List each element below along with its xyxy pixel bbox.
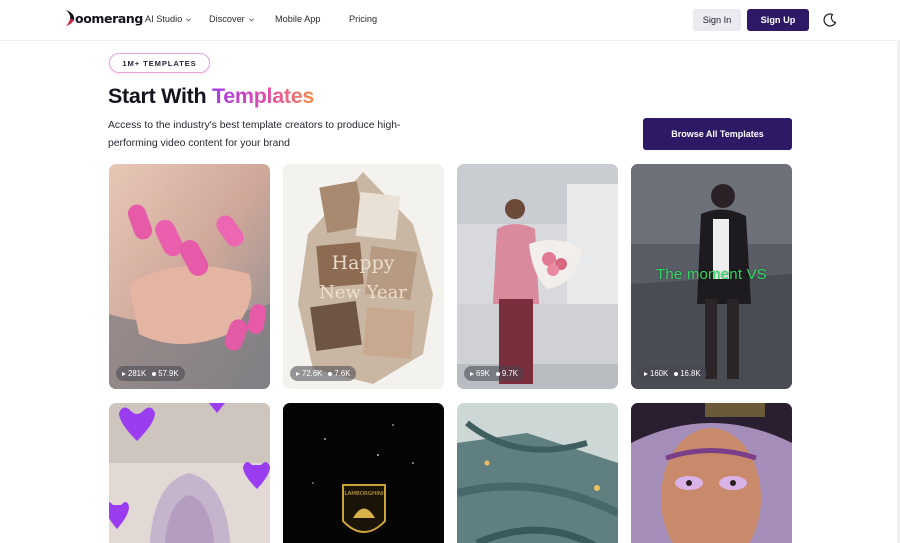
nav-pricing-label: Pricing	[349, 14, 378, 24]
template-stats: 281K 57.9K	[116, 366, 185, 381]
views-count: 72.6K	[302, 369, 323, 378]
views-stat: 281K	[122, 369, 146, 378]
boomerang-logo-icon	[66, 10, 75, 26]
nav-discover-label: Discover	[209, 14, 245, 24]
template-thumbnail	[109, 164, 270, 389]
dot-icon	[152, 371, 157, 376]
play-icon	[644, 371, 648, 376]
dot-icon	[495, 371, 500, 376]
title-highlight: Templates	[212, 84, 315, 108]
title-plain: Start With	[108, 84, 213, 108]
logo-text: oomerang	[75, 10, 143, 26]
likes-count: 57.9K	[158, 369, 179, 378]
template-card[interactable]: The moment VS 160K 16.8K	[631, 164, 792, 389]
logo[interactable]: oomerang	[64, 7, 143, 29]
nav-pricing[interactable]: Pricing	[349, 14, 377, 24]
template-card[interactable]	[109, 403, 270, 543]
likes-count: 16.8K	[680, 369, 701, 378]
play-icon	[470, 371, 474, 376]
page-subtitle: Access to the industry's best template c…	[108, 120, 401, 149]
play-icon	[122, 371, 126, 376]
page-title: Start With Templates	[108, 84, 314, 109]
views-stat: 72.6K	[296, 369, 322, 378]
chevron-down-icon	[248, 17, 254, 21]
template-stats: 160K 16.8K	[638, 366, 707, 381]
views-stat: 69K	[470, 369, 490, 378]
template-thumbnail	[109, 403, 270, 543]
views-stat: 160K	[644, 369, 668, 378]
views-count: 160K	[650, 369, 669, 378]
top-nav: oomerang AI Studio Discover Mobile App P…	[0, 0, 900, 41]
template-thumbnail: Happy New Year	[283, 164, 444, 389]
likes-count: 9.7K	[501, 369, 518, 378]
templates-count-badge: 1M+ TEMPLATES	[109, 53, 210, 73]
play-icon	[296, 371, 300, 376]
chevron-down-icon	[186, 17, 192, 21]
nav-mobile-app-label: Mobile App	[275, 14, 321, 24]
moon-icon[interactable]	[822, 12, 838, 28]
likes-count: 7.6K	[334, 369, 351, 378]
views-count: 281K	[128, 369, 147, 378]
template-card[interactable]: 281K 57.9K	[109, 164, 270, 389]
dot-icon	[674, 371, 679, 376]
likes-stat: 57.9K	[152, 369, 179, 378]
template-thumbnail	[631, 403, 792, 543]
nav-ai-studio-label: AI Studio	[145, 14, 183, 24]
template-overlay-text: The moment VS	[656, 266, 767, 283]
sign-in-button[interactable]: Sign In	[693, 9, 741, 31]
template-card[interactable]: LAMBORGHINI	[283, 403, 444, 543]
template-thumbnail	[457, 164, 618, 389]
template-card[interactable]	[631, 403, 792, 543]
sign-up-button[interactable]: Sign Up	[747, 9, 809, 31]
template-card[interactable]: 69K 9.7K	[457, 164, 618, 389]
views-count: 69K	[476, 369, 490, 378]
template-stats: 69K 9.7K	[464, 366, 524, 381]
template-thumbnail	[457, 403, 618, 543]
nav-ai-studio[interactable]: AI Studio	[145, 14, 192, 24]
nav-mobile-app[interactable]: Mobile App	[275, 14, 320, 24]
template-thumbnail: LAMBORGHINI	[283, 403, 444, 543]
likes-stat: 16.8K	[674, 369, 701, 378]
browse-all-templates-button[interactable]: Browse All Templates	[643, 118, 792, 150]
happy-text: Happy	[332, 252, 395, 274]
dot-icon	[328, 371, 333, 376]
template-card[interactable]	[457, 403, 618, 543]
template-card[interactable]: Happy New Year 72.6K 7.6K	[283, 164, 444, 389]
lamborghini-text: LAMBORGHINI	[344, 491, 384, 497]
likes-stat: 9.7K	[495, 369, 518, 378]
new-year-text: New Year	[319, 282, 407, 303]
template-stats: 72.6K 7.6K	[290, 366, 357, 381]
nav-discover[interactable]: Discover	[209, 14, 255, 24]
likes-stat: 7.6K	[328, 369, 350, 378]
